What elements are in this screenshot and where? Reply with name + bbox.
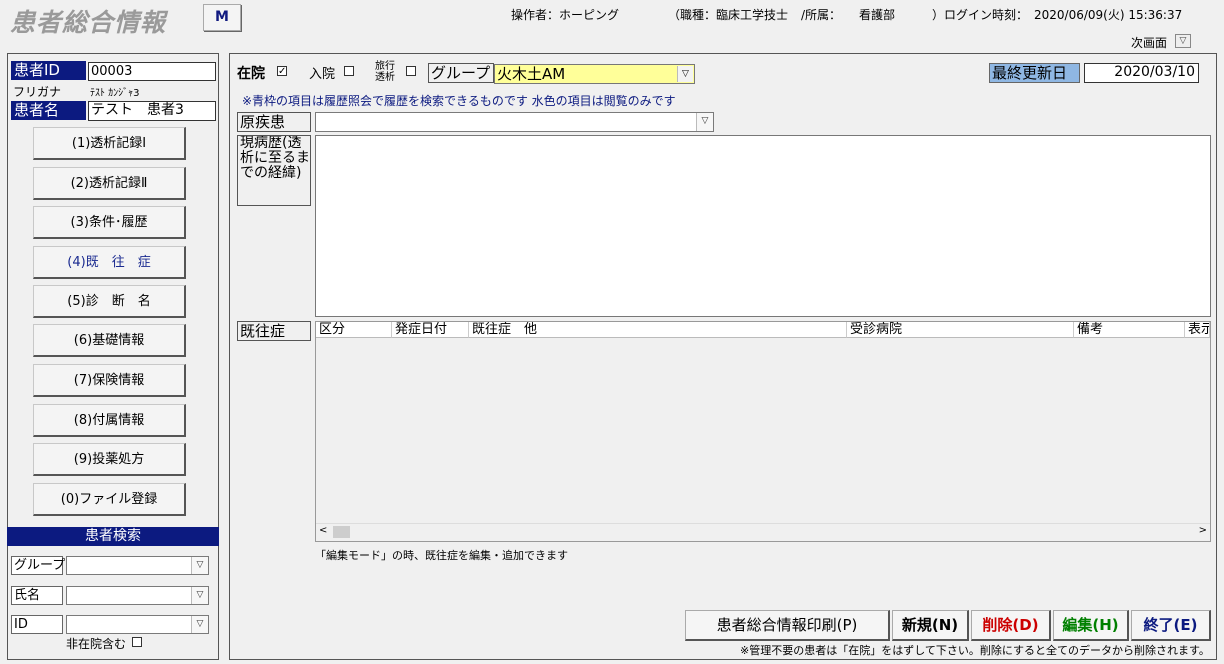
present-illness-label: 現病歴(透析に至るまでの経緯) (237, 135, 311, 206)
nav-prescription[interactable]: (9)投薬処方 (33, 443, 186, 476)
chevron-down-icon[interactable]: ▽ (191, 587, 208, 604)
edit-mode-note: 「編集モード」の時、既往症を編集・追加できます (315, 549, 568, 562)
furigana-label: フリガナ (13, 85, 62, 99)
include-discharged-label: 非在院含む (66, 637, 127, 651)
print-button[interactable]: 患者総合情報印刷(P) (685, 610, 890, 641)
next-screen-label: 次画面 (1131, 36, 1168, 50)
edit-button[interactable]: 編集(H) (1053, 610, 1129, 641)
search-group-select[interactable]: ▽ (66, 556, 209, 575)
patient-name-field[interactable]: テスト 患者3 (88, 101, 216, 121)
grid-header-remarks[interactable]: 備考 (1074, 322, 1185, 338)
exit-button[interactable]: 終了(E) (1131, 610, 1211, 641)
chevron-down-icon: ▽ (1179, 36, 1187, 46)
nav-insurance-info[interactable]: (7)保険情報 (33, 364, 186, 397)
furigana-value: ﾃｽﾄ ｶﾝｼﾞｬ3 (90, 88, 140, 99)
scrollbar-thumb[interactable] (333, 526, 350, 538)
grid-horizontal-scrollbar[interactable]: < > (316, 523, 1210, 541)
patient-search-header: 患者検索 (7, 527, 219, 546)
nav-attached-info[interactable]: (8)付属情報 (33, 404, 186, 437)
group-label: グループ (428, 63, 494, 83)
last-update-label: 最終更新日 (989, 63, 1080, 83)
chevron-down-icon[interactable]: ▽ (191, 616, 208, 633)
footer-note: ※管理不要の患者は「在院」をはずして下さい。削除にすると全てのデータから削除され… (740, 644, 1210, 657)
grid-header-past-history[interactable]: 既往症 他 (469, 322, 847, 338)
patient-id-label: 患者ID (11, 61, 86, 80)
past-history-grid[interactable]: 区分 発症日付 既往症 他 受診病院 備考 表示 < > (315, 321, 1211, 542)
nav-file-registration[interactable]: (0)ファイル登録 (33, 483, 186, 516)
chevron-down-icon[interactable]: ▽ (191, 557, 208, 574)
search-name-select[interactable]: ▽ (66, 586, 209, 605)
include-discharged-checkbox[interactable] (132, 637, 142, 647)
login-time: 2020/06/09(火) 15:36:37 (1034, 8, 1183, 22)
grid-header-onset-date[interactable]: 発症日付 (392, 322, 469, 338)
last-update-field[interactable]: 2020/03/10 (1084, 63, 1199, 83)
nav-past-history[interactable]: (4)既 往 症 (33, 246, 186, 279)
role-text: （職種：臨床工学技士 (668, 8, 789, 22)
travel-dialysis-label: 旅行透析 (375, 61, 395, 83)
delete-button[interactable]: 削除(D) (971, 610, 1051, 641)
app-title: 患者総合情報 (10, 8, 167, 37)
group-value: 火木土AM (497, 65, 566, 83)
new-button[interactable]: 新規(N) (892, 610, 969, 641)
login-label: ）ログイン時刻： (932, 8, 1029, 22)
nav-dialysis-record-2[interactable]: (2)透析記録Ⅱ (33, 167, 186, 200)
chevron-right-icon[interactable]: > (1199, 525, 1207, 536)
hospitalized-label: 入院 (309, 67, 336, 82)
nav-basic-info[interactable]: (6)基礎情報 (33, 324, 186, 357)
hospitalized-checkbox[interactable] (344, 66, 354, 76)
department-label: /所属： (801, 8, 842, 22)
search-name-label: 氏名 (11, 586, 63, 605)
in-hospital-checkbox[interactable]: ✓ (277, 66, 287, 77)
grid-header-display[interactable]: 表示 (1185, 322, 1210, 338)
next-screen-dropdown[interactable]: ▽ (1175, 34, 1191, 48)
m-button[interactable]: M (203, 4, 241, 31)
search-id-label: ID (11, 615, 63, 634)
primary-disease-label: 原疾患 (237, 112, 311, 132)
nav-diagnosis[interactable]: (5)診 断 名 (33, 285, 186, 318)
grid-header-hospital[interactable]: 受診病院 (847, 322, 1074, 338)
chevron-down-icon[interactable]: ▽ (677, 66, 693, 82)
patient-name-label: 患者名 (11, 101, 86, 120)
present-illness-textarea[interactable] (315, 135, 1211, 317)
nav-conditions-history[interactable]: (3)条件･履歴 (33, 206, 186, 239)
chevron-down-icon[interactable]: ▽ (696, 113, 713, 131)
operator-text: 操作者：ホーピング (511, 8, 620, 22)
in-hospital-label: 在院 (237, 66, 265, 82)
past-history-label: 既往症 (237, 321, 311, 341)
travel-dialysis-checkbox[interactable] (406, 66, 416, 76)
department-text: 看護部 (859, 8, 896, 22)
chevron-left-icon[interactable]: < (319, 525, 327, 536)
search-group-label: グループ (11, 556, 65, 575)
info-note: ※青枠の項目は履歴照会で履歴を検索できるものです 水色の項目は閲覧のみです (242, 94, 676, 108)
patient-id-field[interactable]: 00003 (88, 62, 216, 81)
search-id-select[interactable]: ▽ (66, 615, 209, 634)
grid-header-category[interactable]: 区分 (316, 322, 392, 338)
primary-disease-select[interactable]: ▽ (315, 112, 714, 132)
nav-dialysis-record-1[interactable]: (1)透析記録Ⅰ (33, 127, 186, 160)
group-select[interactable]: 火木土AM ▽ (494, 64, 695, 84)
